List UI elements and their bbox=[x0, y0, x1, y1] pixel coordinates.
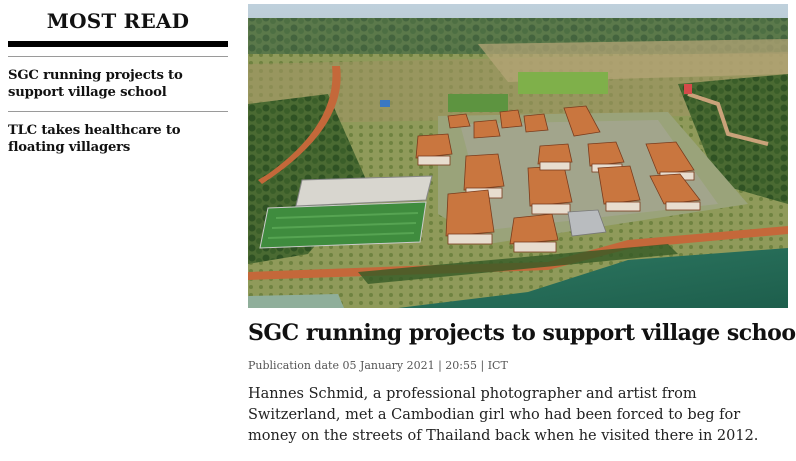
hero-image-aerial-school[interactable] bbox=[248, 4, 788, 308]
article-excerpt: Hannes Schmid, a professional photograph… bbox=[248, 386, 759, 444]
article-main: SGC running projects to support village … bbox=[248, 4, 796, 447]
article-headline[interactable]: SGC running projects to support village … bbox=[248, 318, 796, 348]
publication-meta: Publication date 05 January 2021 | 20:55… bbox=[248, 359, 508, 372]
most-read-item-sgc[interactable]: SGC running projects to support village … bbox=[8, 57, 228, 111]
most-read-heading: MOST READ bbox=[46, 9, 190, 33]
most-read-item-tlc[interactable]: TLC takes healthcare to floating village… bbox=[8, 112, 228, 166]
most-read-sidebar: MOST READ SGC running projects to suppor… bbox=[8, 8, 228, 166]
heading-divider bbox=[8, 41, 228, 47]
